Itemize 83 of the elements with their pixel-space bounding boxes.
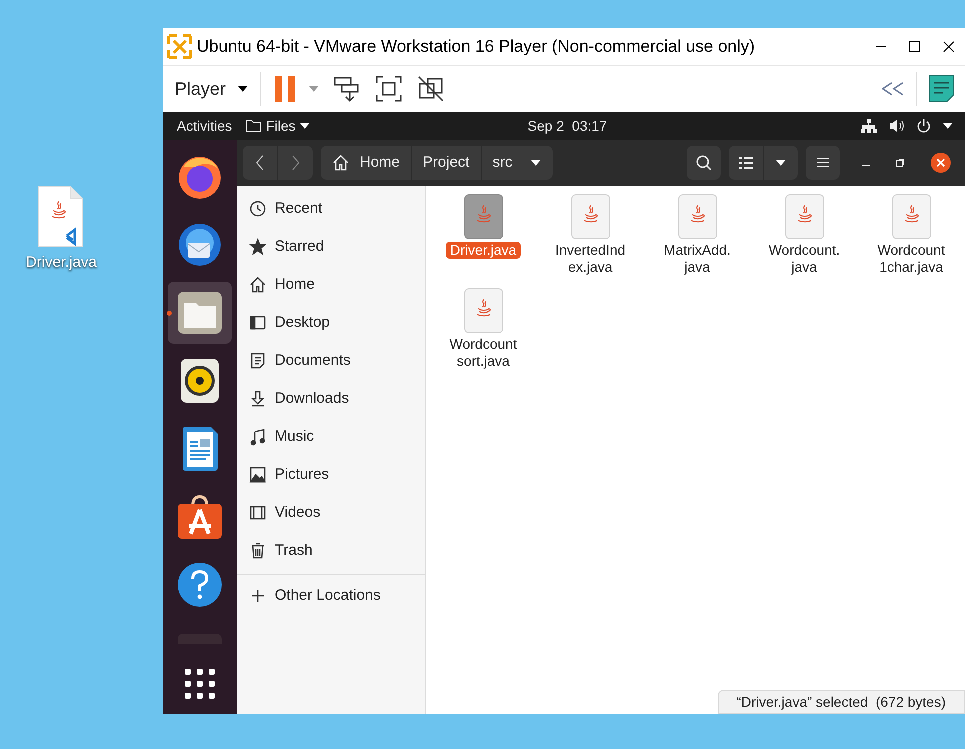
java-file-icon[interactable] bbox=[37, 186, 86, 248]
java-file-icon bbox=[784, 194, 824, 240]
java-file-icon bbox=[464, 288, 504, 334]
sidebar-item[interactable]: Other Locations bbox=[237, 575, 425, 617]
java-file-icon bbox=[892, 194, 932, 240]
desktop-icon bbox=[249, 314, 267, 332]
chevron-right-icon bbox=[292, 155, 300, 171]
music-note-icon bbox=[249, 428, 267, 446]
speaker-icon[interactable] bbox=[180, 358, 220, 404]
app-menu[interactable]: Files bbox=[266, 116, 296, 136]
send-keys-icon[interactable] bbox=[333, 75, 362, 103]
menu-icon bbox=[817, 158, 829, 168]
fullscreen-icon[interactable] bbox=[375, 75, 404, 103]
sidebar-item[interactable]: Downloads bbox=[237, 380, 425, 418]
maximize-icon[interactable] bbox=[909, 40, 921, 52]
file-name[interactable]: Wordcount 1char.java bbox=[874, 242, 950, 276]
trash-icon bbox=[249, 542, 267, 560]
sidebar-item[interactable]: Music bbox=[237, 418, 425, 456]
home-icon bbox=[249, 276, 267, 294]
help-icon[interactable] bbox=[177, 562, 223, 608]
sidebar-item[interactable]: Trash bbox=[237, 532, 425, 570]
home-icon bbox=[332, 154, 350, 172]
player-menu[interactable]: Player bbox=[163, 66, 260, 112]
star-icon bbox=[249, 238, 267, 256]
menu-button[interactable] bbox=[806, 146, 840, 180]
file-name[interactable]: Wordcount. java bbox=[764, 242, 844, 276]
sidebar-item[interactable]: Starred bbox=[237, 228, 425, 266]
film-icon bbox=[249, 504, 267, 522]
caret-icon bbox=[309, 86, 320, 92]
view-toggle-button[interactable] bbox=[729, 146, 764, 180]
document-icon[interactable] bbox=[181, 426, 219, 472]
vmware-logo-icon bbox=[167, 34, 193, 60]
file-name[interactable]: Driver.java bbox=[446, 242, 521, 259]
view-options-button[interactable] bbox=[764, 146, 798, 180]
list-icon bbox=[739, 157, 753, 169]
download-icon bbox=[249, 390, 267, 408]
document-icon bbox=[249, 352, 267, 370]
network-icon[interactable] bbox=[861, 119, 877, 133]
shopping-bag-icon[interactable] bbox=[177, 494, 223, 540]
volume-icon[interactable] bbox=[889, 119, 905, 133]
app-grid-icon[interactable] bbox=[185, 669, 215, 699]
plus-icon bbox=[249, 587, 267, 605]
caret-icon bbox=[300, 123, 310, 129]
thunderbird-icon[interactable] bbox=[176, 221, 224, 269]
file-name[interactable]: MatrixAdd. java bbox=[660, 242, 735, 276]
search-button[interactable] bbox=[687, 146, 721, 180]
sidebar-item[interactable]: Home bbox=[237, 266, 425, 304]
caret-icon bbox=[943, 123, 953, 129]
close-icon[interactable] bbox=[931, 153, 951, 173]
desktop-icon-label: Driver.java bbox=[26, 253, 97, 273]
caret-icon bbox=[776, 160, 786, 166]
clock-icon bbox=[249, 200, 267, 218]
double-chevron-icon[interactable] bbox=[882, 82, 904, 96]
sidebar-item[interactable]: Pictures bbox=[237, 456, 425, 494]
window-title: Ubuntu 64-bit - VMware Workstation 16 Player (Non-commercial use only) bbox=[197, 36, 756, 58]
sidebar-item[interactable]: Recent bbox=[237, 190, 425, 228]
status-bar: “Driver.java” selected (672 bytes) bbox=[718, 690, 965, 714]
file-name[interactable]: Wordcount sort.java bbox=[446, 336, 522, 370]
java-file-icon bbox=[570, 194, 610, 240]
path-segment[interactable]: Home bbox=[321, 146, 412, 180]
activities-button[interactable]: Activities bbox=[177, 116, 232, 136]
chevron-left-icon bbox=[256, 155, 264, 171]
java-file-icon bbox=[464, 194, 504, 240]
sidebar-item[interactable]: Videos bbox=[237, 494, 425, 532]
caret-icon bbox=[530, 160, 541, 166]
folder-icon bbox=[246, 120, 262, 132]
picture-icon bbox=[249, 466, 267, 484]
search-icon bbox=[696, 155, 712, 171]
folder-icon[interactable] bbox=[176, 290, 224, 336]
close-icon[interactable] bbox=[943, 40, 955, 52]
clock[interactable]: Sep 2 03:17 bbox=[528, 116, 608, 136]
sidebar-item[interactable]: Desktop bbox=[237, 304, 425, 342]
pause-icon[interactable] bbox=[275, 76, 296, 102]
java-file-icon bbox=[678, 194, 718, 240]
sidebar-item[interactable]: Documents bbox=[237, 342, 425, 380]
file-name[interactable]: InvertedInd ex.java bbox=[551, 242, 630, 276]
power-icon[interactable] bbox=[917, 119, 931, 133]
path-segment[interactable]: src bbox=[482, 146, 553, 180]
caret-icon bbox=[238, 86, 248, 92]
dock-item[interactable] bbox=[168, 282, 232, 344]
path-segment[interactable]: Project bbox=[412, 146, 482, 180]
note-icon[interactable] bbox=[929, 75, 955, 103]
unity-mode-icon[interactable] bbox=[417, 75, 446, 103]
